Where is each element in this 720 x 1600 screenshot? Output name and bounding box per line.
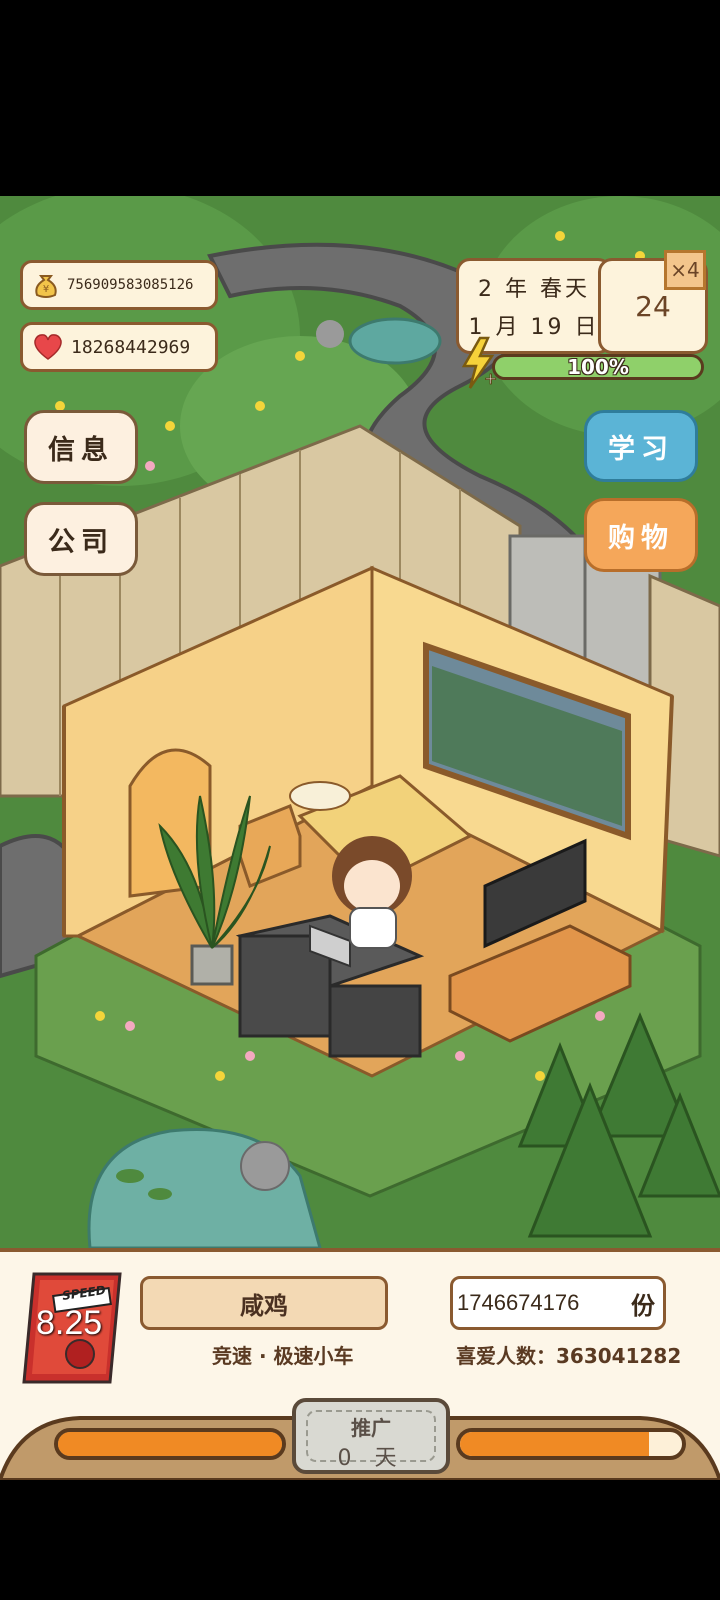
shopping-button[interactable]: 购物 (584, 498, 698, 572)
study-button[interactable]: 学习 (584, 410, 698, 482)
energy-label: 100% (567, 355, 629, 379)
score-box: 1746674176 份 (450, 1276, 666, 1330)
hearts-value: 18268442969 (71, 336, 191, 358)
speed-multiplier-button[interactable]: ×4 (664, 250, 706, 290)
right-progress-fill (460, 1432, 649, 1456)
svg-text:+: + (484, 369, 497, 388)
money-value: 756909583085126 (67, 277, 194, 293)
heart-icon (31, 332, 65, 362)
right-progress-bar (456, 1428, 686, 1460)
money-bag-icon: ¥ (31, 270, 61, 300)
company-button[interactable]: 公司 (24, 502, 138, 576)
lightning-icon[interactable]: + (458, 336, 498, 390)
left-progress-bar (54, 1428, 286, 1460)
money-display: ¥ 756909583085126 (20, 260, 218, 310)
product-genre: 竞速 · 极速小车 (212, 1344, 354, 1368)
promotion-days: 0 天 (337, 1446, 405, 1471)
year-season: 2 年 春天 (478, 277, 590, 302)
promotion-label: 推广 (351, 1416, 391, 1440)
svg-text:¥: ¥ (43, 284, 49, 295)
game-cover[interactable]: SPEED 8.25 (22, 1270, 122, 1388)
score-unit: 份 (631, 1291, 655, 1320)
cover-rating: 8.25 (36, 1304, 103, 1342)
hearts-display: 18268442969 (20, 322, 218, 372)
promotion-button[interactable]: 推广 0 天 (292, 1398, 450, 1474)
product-name[interactable]: 咸鸡 (140, 1276, 388, 1330)
fans-count: 喜爱人数：363041282 (456, 1344, 682, 1368)
left-progress-fill (58, 1432, 282, 1456)
info-button[interactable]: 信息 (24, 410, 138, 484)
score-value: 1746674176 (457, 1290, 580, 1315)
